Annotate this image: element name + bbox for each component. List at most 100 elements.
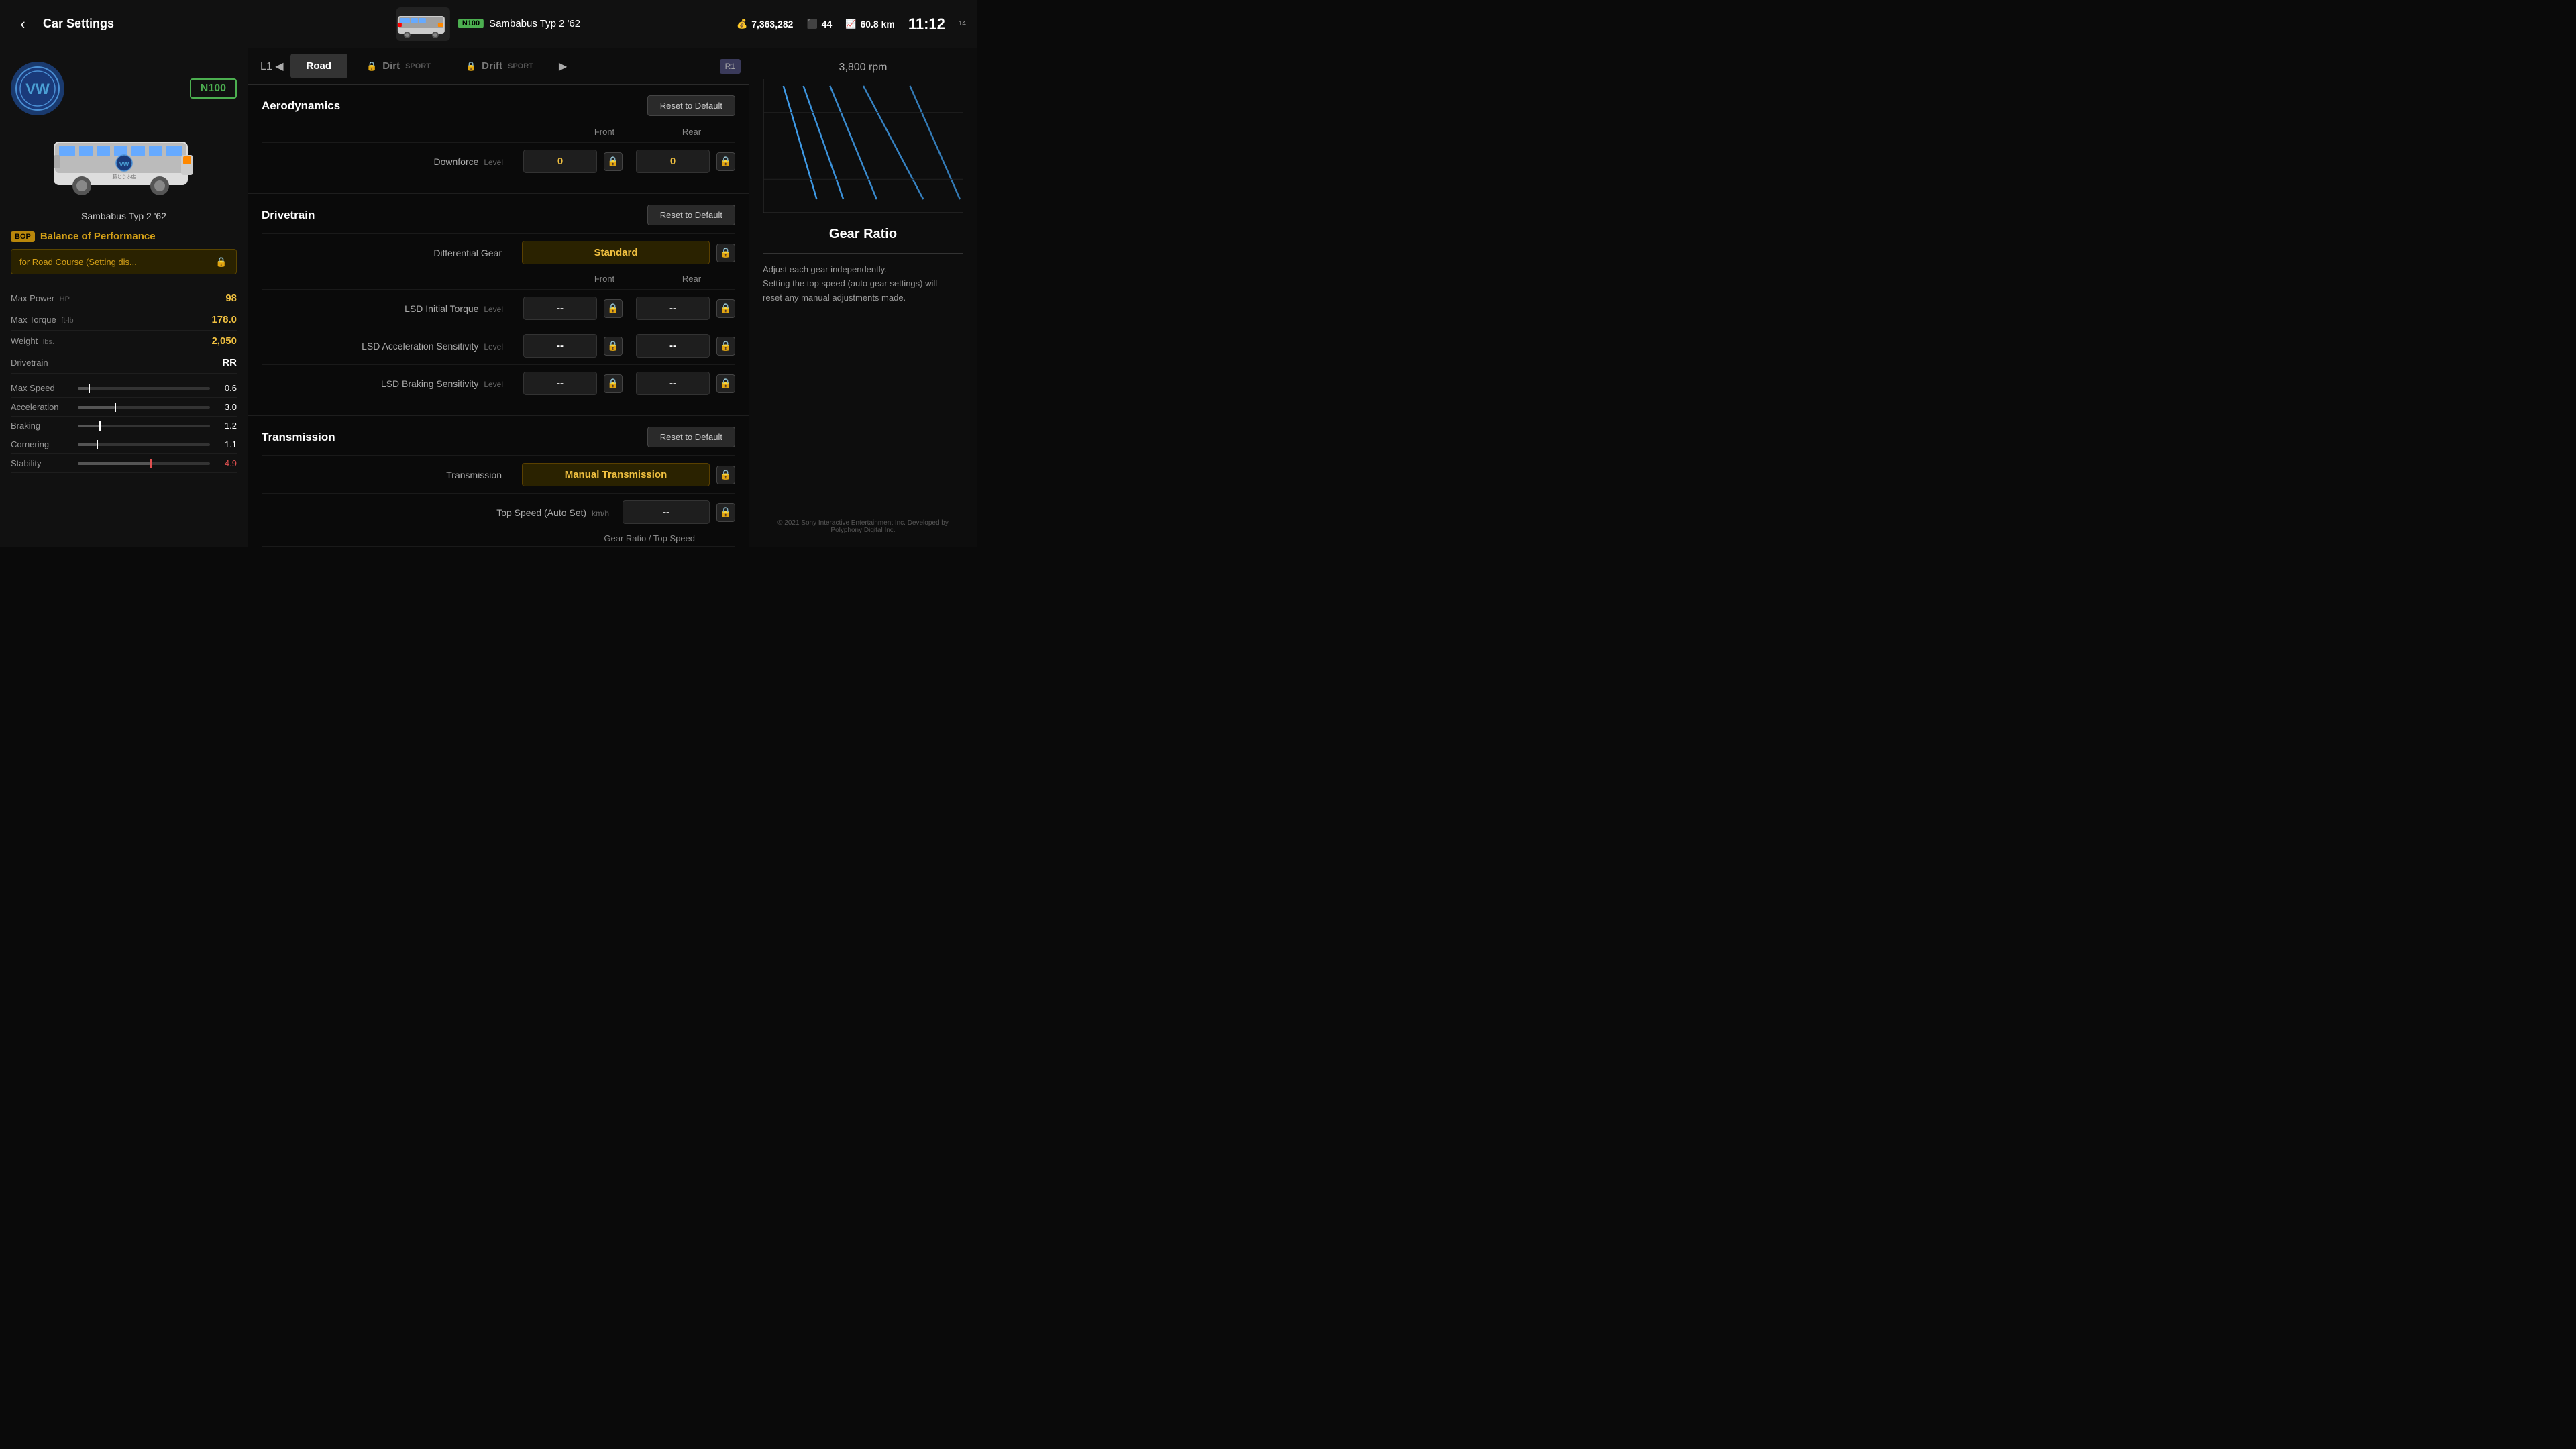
downforce-rear-lock[interactable]: 🔒: [716, 152, 735, 171]
drivetrain-row: Drivetrain RR: [11, 352, 237, 374]
gear-chart: [763, 79, 963, 213]
transmission-reset-button[interactable]: Reset to Default: [647, 427, 735, 447]
tab-dirt[interactable]: 🔒 Dirt SPORT: [350, 54, 447, 78]
stats-section: Max Power HP 98 Max Torque ft-lb 178.0 W…: [11, 288, 237, 374]
lsd-braking-label: LSD Braking Sensitivity Level: [262, 378, 517, 389]
max-speed-val: 0.6: [217, 383, 237, 393]
rpm-label: 3,800 rpm: [763, 62, 963, 74]
bop-label: Balance of Performance: [40, 231, 156, 242]
downforce-front-lock[interactable]: 🔒: [604, 152, 623, 171]
svg-text:藤とうふ店: 藤とうふ店: [112, 174, 136, 180]
weight-value: 2,050: [211, 335, 237, 347]
lsd-accel-label: LSD Acceleration Sensitivity Level: [262, 341, 517, 352]
tab-left-arrow[interactable]: L1 ◀: [256, 60, 288, 73]
transmission-type-lock[interactable]: 🔒: [716, 466, 735, 484]
max-speed-track[interactable]: [78, 387, 210, 390]
max-power-value: 98: [225, 292, 237, 304]
transmission-header: Transmission Reset to Default: [262, 416, 735, 455]
aero-rear-header: Rear: [648, 127, 735, 137]
tab-bar: L1 ◀ Road 🔒 Dirt SPORT 🔒 Drift SPORT ▶ R…: [248, 48, 749, 85]
top-speed-lock[interactable]: 🔒: [716, 503, 735, 522]
tab-right-arrow[interactable]: ▶: [555, 60, 571, 73]
acceleration-slider-row: Acceleration 3.0: [11, 398, 237, 417]
downforce-rear-value[interactable]: 0: [636, 150, 710, 173]
car-name-top: Sambabus Typ 2 '62: [489, 18, 580, 30]
gear-ratio-header-row: Gear Ratio / Top Speed: [262, 531, 735, 546]
drift-lock-icon: 🔒: [466, 61, 476, 72]
time-display: 11:12: [908, 15, 945, 33]
diff-gear-lock[interactable]: 🔒: [716, 244, 735, 262]
top-speed-label: Top Speed (Auto Set) km/h: [262, 507, 623, 518]
aerodynamics-section: Aerodynamics Reset to Default Front Rear…: [248, 85, 749, 194]
stability-slider-label: Stability: [11, 458, 71, 468]
gear-ratio-title: Gear Ratio: [763, 227, 963, 242]
lsd-initial-front[interactable]: --: [523, 297, 597, 320]
lsd-initial-rear-lock[interactable]: 🔒: [716, 299, 735, 318]
acceleration-slider-label: Acceleration: [11, 402, 71, 412]
lsd-initial-row: LSD Initial Torque Level -- 🔒 -- 🔒: [262, 289, 735, 327]
car-brand-section: VW N100: [11, 62, 237, 115]
drivetrain-title: Drivetrain: [262, 209, 315, 222]
top-speed-value[interactable]: --: [623, 500, 710, 524]
drivetrain-section: Drivetrain Reset to Default Differential…: [248, 194, 749, 416]
cornering-slider-row: Cornering 1.1: [11, 435, 237, 454]
r1-badge: R1: [720, 59, 741, 74]
car-name-badge: N100 Sambabus Typ 2 '62: [458, 18, 580, 30]
cornering-track[interactable]: [78, 443, 210, 446]
drivetrain-value: RR: [222, 357, 237, 368]
lsd-braking-rear-lock[interactable]: 🔒: [716, 374, 735, 393]
lsd-initial-front-lock[interactable]: 🔒: [604, 299, 623, 318]
stability-track[interactable]: [78, 462, 210, 465]
lsd-accel-rear[interactable]: --: [636, 334, 710, 358]
max-speed-slider-row: Max Speed 0.6: [11, 379, 237, 398]
aero-col-headers: Front Rear: [262, 124, 735, 140]
lsd-braking-front[interactable]: --: [523, 372, 597, 395]
cornering-val: 1.1: [217, 439, 237, 449]
max-power-row: Max Power HP 98: [11, 288, 237, 309]
transmission-title: Transmission: [262, 431, 335, 444]
top-bar: ‹ Car Settings N100 Sambabus Typ 2 '62: [0, 0, 977, 48]
braking-slider-label: Braking: [11, 421, 71, 431]
transmission-type-value[interactable]: Manual Transmission: [522, 463, 710, 486]
transmission-section: Transmission Reset to Default Transmissi…: [248, 416, 749, 547]
level-display: ⬛ 44: [806, 19, 832, 30]
distance-display: 📈 60.8 km: [845, 19, 895, 30]
tab-drift[interactable]: 🔒 Drift SPORT: [449, 54, 549, 78]
credits-display: 💰 7,363,282: [737, 19, 793, 30]
lsd-accel-front[interactable]: --: [523, 334, 597, 358]
top-speed-row: Top Speed (Auto Set) km/h -- 🔒: [262, 493, 735, 531]
bop-section: BOP Balance of Performance: [11, 231, 237, 242]
braking-slider-row: Braking 1.2: [11, 417, 237, 435]
downforce-label: Downforce Level: [262, 156, 517, 167]
lsd-braking-rear[interactable]: --: [636, 372, 710, 395]
lsd-accel-rear-lock[interactable]: 🔒: [716, 337, 735, 356]
sidebar: VW N100: [0, 48, 248, 547]
lsd-accel-front-lock[interactable]: 🔒: [604, 337, 623, 356]
cornering-slider-label: Cornering: [11, 439, 71, 449]
bop-badge: BOP: [11, 231, 35, 242]
gear-1st-row: 1st 3.800 / 28 🔒: [262, 546, 735, 547]
differential-gear-row: Differential Gear Standard 🔒: [262, 233, 735, 271]
acceleration-val: 3.0: [217, 402, 237, 412]
max-torque-label: Max Torque ft-lb: [11, 315, 74, 325]
back-button[interactable]: ‹: [11, 12, 35, 36]
lsd-initial-rear[interactable]: --: [636, 297, 710, 320]
braking-track[interactable]: [78, 425, 210, 427]
brand-logo: VW: [11, 62, 64, 115]
acceleration-track[interactable]: [78, 406, 210, 409]
drivetrain-reset-button[interactable]: Reset to Default: [647, 205, 735, 225]
top-bar-right: 💰 7,363,282 ⬛ 44 📈 60.8 km 11:12 14: [737, 15, 966, 33]
tab-road[interactable]: Road: [290, 54, 348, 78]
max-speed-slider-label: Max Speed: [11, 383, 71, 393]
diff-gear-value[interactable]: Standard: [522, 241, 710, 264]
max-torque-row: Max Torque ft-lb 178.0: [11, 309, 237, 331]
aero-front-header: Front: [561, 127, 648, 137]
downforce-front-value[interactable]: 0: [523, 150, 597, 173]
lsd-braking-front-lock[interactable]: 🔒: [604, 374, 623, 393]
aerodynamics-reset-button[interactable]: Reset to Default: [647, 95, 735, 116]
car-header-center: N100 Sambabus Typ 2 '62: [396, 7, 580, 41]
car-label-sidebar: Sambabus Typ 2 '62: [11, 211, 237, 221]
downforce-row: Downforce Level 0 🔒 0 🔒: [262, 142, 735, 180]
bop-notice: for Road Course (Setting dis... 🔒: [11, 249, 237, 274]
right-panel: 3,800 rpm Gear Ratio: [749, 48, 977, 547]
